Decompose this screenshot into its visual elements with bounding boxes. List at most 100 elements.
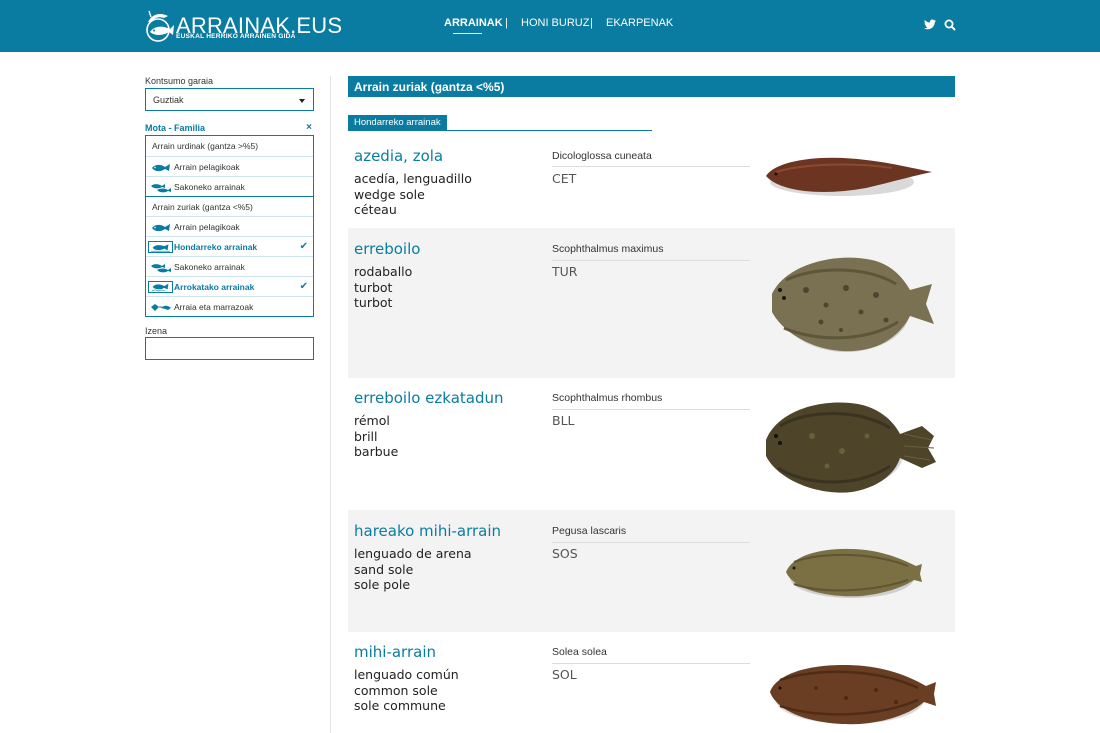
brill-fish-image — [766, 402, 936, 493]
turbot-fish-image — [772, 257, 934, 352]
divider — [552, 166, 750, 167]
fish-common-name: common sole — [354, 682, 438, 698]
fish-common-name: lenguado común — [354, 667, 459, 682]
divider — [552, 260, 750, 261]
fish-common-name: turbot — [354, 279, 393, 295]
fish-logo-icon — [146, 10, 174, 42]
search-icon[interactable] — [944, 19, 956, 31]
family-item[interactable]: Sakoneko arrainak — [146, 256, 313, 276]
subsection-tab: Hondarreko arrainak — [348, 115, 447, 131]
nav-active-underline — [453, 33, 482, 34]
check-icon: ✔ — [299, 281, 308, 292]
fish-fao-code: BLL — [552, 413, 575, 428]
top-header-bar: ARRAINAK.EUS EUSKAL HERRIKO ARRAINEN GID… — [0, 0, 1100, 52]
fish-common-names: acedía, lenguadillo wedge sole céteau — [354, 171, 472, 218]
fish-common-name: sole pole — [354, 577, 411, 592]
nav-item-honi-buruz[interactable]: HONI BURUZ — [521, 17, 589, 29]
family-group[interactable]: Arrain zuriak (gantza <%5) — [146, 196, 313, 216]
fish-common-names: lenguado de arena sand sole sole pole — [354, 546, 472, 593]
fish-common-name: sand sole — [354, 561, 414, 577]
divider — [552, 542, 750, 543]
season-label: Kontsumo garaia — [145, 76, 214, 86]
nav-separator: | — [590, 17, 593, 29]
logo-subtitle: EUSKAL HERRIKO ARRAINEN GIDA — [176, 33, 296, 40]
family-item[interactable]: Arrain pelagikoak — [146, 156, 313, 176]
twitter-icon[interactable] — [924, 19, 936, 30]
ray-shark-icon — [151, 304, 171, 311]
nav-item-ekarpenak[interactable]: EKARPENAK — [606, 17, 673, 29]
fish-scientific-name: Solea solea — [552, 646, 607, 658]
fish-fao-code: TUR — [552, 264, 578, 279]
wedge-sole-fish-image — [766, 157, 932, 196]
family-filter-header: Mota - Familia × — [145, 122, 314, 135]
fish-common-name: acedía, lenguadillo — [354, 171, 472, 186]
season-select-value: Guztiak — [153, 95, 184, 105]
family-group[interactable]: Arrain urdinak (gantza >%5) — [146, 136, 313, 156]
fish-common-name: turbot — [354, 295, 393, 310]
fish-card[interactable]: azedia, zola acedía, lenguadillo wedge s… — [348, 136, 955, 228]
fish-card[interactable]: erreboilo rodaballo turbot turbot Scopht… — [348, 228, 955, 378]
fish-fao-code: SOL — [552, 667, 577, 682]
fish-common-name: lenguado de arena — [354, 546, 472, 561]
sidebar-divider — [330, 76, 331, 733]
fish-basque-name[interactable]: erreboilo — [354, 240, 420, 258]
subsection-underline — [348, 130, 652, 131]
fish-common-name: sole commune — [354, 698, 446, 713]
flatfish-icon — [148, 241, 173, 253]
fish-scientific-name: Scophthalmus maximus — [552, 243, 664, 255]
family-item-label: Arrain pelagikoak — [174, 222, 240, 232]
name-label: Izena — [145, 326, 168, 336]
sand-sole-fish-image — [786, 548, 922, 598]
family-item-label: Sakoneko arrainak — [174, 262, 245, 272]
family-item[interactable]: Arraia eta marrazoak — [146, 296, 313, 316]
divider — [552, 663, 750, 664]
deep-sea-fish-icon — [151, 264, 171, 273]
fish-scientific-name: Dicologlossa cuneata — [552, 150, 652, 162]
fish-fao-code: CET — [552, 171, 577, 186]
fish-basque-name[interactable]: hareako mihi-arrain — [354, 522, 501, 540]
pelagic-fish-icon — [152, 224, 170, 232]
fish-common-name: rodaballo — [354, 264, 413, 279]
fish-common-name: brill — [354, 428, 378, 444]
common-sole-fish-image — [770, 665, 936, 725]
pelagic-fish-icon — [152, 164, 170, 172]
nav-separator: | — [505, 17, 508, 29]
season-select[interactable]: Guztiak — [145, 88, 314, 111]
fish-common-names: rodaballo turbot turbot — [354, 264, 412, 311]
family-group-label: Arrain urdinak (gantza >%5) — [152, 141, 259, 151]
fish-basque-name[interactable]: azedia, zola — [354, 147, 443, 165]
family-item-selected[interactable]: Arrokatako arrainak ✔ — [146, 276, 313, 296]
fish-scientific-name: Scophthalmus rhombus — [552, 392, 663, 404]
family-item-selected[interactable]: Hondarreko arrainak ✔ — [146, 236, 313, 256]
fish-common-name: rémol — [354, 413, 390, 428]
fish-card[interactable]: hareako mihi-arrain lenguado de arena sa… — [348, 510, 955, 632]
rock-fish-icon — [148, 281, 173, 293]
fish-common-names: rémol brill barbue — [354, 413, 398, 460]
fish-common-name: barbue — [354, 444, 399, 459]
fish-basque-name[interactable]: erreboilo ezkatadun — [354, 389, 504, 407]
family-group-label: Arrain zuriak (gantza <%5) — [152, 202, 253, 212]
fish-common-name: wedge sole — [354, 186, 425, 202]
caret-down-icon — [299, 99, 305, 103]
fish-card[interactable]: erreboilo ezkatadun rémol brill barbue S… — [348, 378, 955, 510]
fish-fao-code: SOS — [552, 546, 578, 561]
family-item[interactable]: Arrain pelagikoak — [146, 216, 313, 236]
fish-card[interactable]: mihi-arrain lenguado común common sole s… — [348, 632, 955, 733]
section-title: Arrain zuriak (gantza <%5) — [348, 76, 955, 97]
family-item-label: Sakoneko arrainak — [174, 182, 245, 192]
family-item-label: Hondarreko arrainak — [174, 242, 258, 252]
family-item-label: Arrain pelagikoak — [174, 162, 240, 172]
fish-common-names: lenguado común common sole sole commune — [354, 667, 459, 714]
family-item[interactable]: Sakoneko arrainak — [146, 176, 313, 196]
fish-common-name: céteau — [354, 202, 397, 217]
family-item-label: Arraia eta marrazoak — [174, 302, 254, 312]
fish-basque-name[interactable]: mihi-arrain — [354, 643, 436, 661]
family-list: Arrain urdinak (gantza >%5) Arrain pelag… — [145, 135, 314, 317]
close-icon[interactable]: × — [306, 122, 312, 133]
family-item-label: Arrokatako arrainak — [174, 282, 255, 292]
check-icon: ✔ — [299, 241, 308, 252]
family-label: Mota - Familia — [145, 123, 206, 133]
nav-item-arrainak[interactable]: ARRAINAK — [444, 17, 503, 29]
divider — [552, 409, 750, 410]
name-search-input[interactable] — [145, 337, 314, 360]
